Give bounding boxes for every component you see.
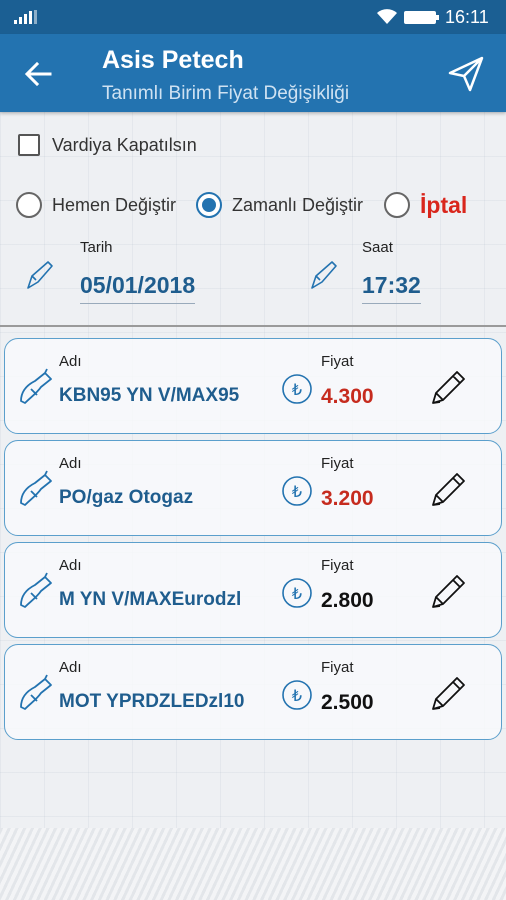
svg-text:₺: ₺: [292, 482, 302, 501]
product-name: KBN95 YN V/MAX95: [59, 385, 240, 406]
product-card: Adı KBN95 YN V/MAX95 ₺ Fiyat 4.300: [4, 338, 502, 434]
signal-icon: [14, 10, 37, 24]
status-time: 16:11: [445, 7, 489, 27]
price-value: 2.800: [321, 589, 374, 612]
radio-cancel[interactable]: İptal: [384, 190, 467, 220]
product-card: Adı M YN V/MAXEurodzl ₺ Fiyat 2.800: [4, 542, 502, 638]
price-label: Fiyat: [321, 659, 354, 676]
close-shift-checkbox[interactable]: [18, 134, 40, 156]
price-label: Fiyat: [321, 557, 354, 574]
price-label: Fiyat: [321, 353, 354, 370]
close-shift-label: Vardiya Kapatılsın: [52, 134, 197, 155]
time-pen-icon[interactable]: [306, 258, 342, 294]
wifi-icon: [377, 9, 397, 24]
lira-icon: ₺: [282, 374, 312, 404]
product-name: M YN V/MAXEurodzl: [59, 589, 242, 610]
battery-icon: [404, 11, 439, 24]
date-label: Tarih: [80, 239, 113, 256]
product-name-label: Adı: [59, 455, 82, 472]
radio-immediate-button[interactable]: [16, 192, 42, 218]
app-subtitle: Tanımlı Birim Fiyat Değişikliği: [102, 83, 350, 104]
radio-scheduled-label: Zamanlı Değiştir: [232, 194, 364, 215]
price-value: 4.300: [321, 385, 374, 408]
divider: [0, 325, 506, 327]
lira-icon: ₺: [282, 578, 312, 608]
price-value: 2.500: [321, 691, 374, 714]
fuel-nozzle-icon: [20, 572, 52, 608]
svg-text:₺: ₺: [292, 380, 302, 399]
price-label: Fiyat: [321, 455, 354, 472]
lira-icon: ₺: [282, 680, 312, 710]
radio-cancel-button[interactable]: [384, 192, 410, 218]
svg-text:₺: ₺: [292, 584, 302, 603]
fuel-nozzle-icon: [20, 368, 52, 404]
close-shift-checkbox-row[interactable]: Vardiya Kapatılsın: [18, 132, 197, 158]
radio-cancel-label: İptal: [420, 191, 468, 218]
edit-pen-icon[interactable]: [427, 367, 469, 409]
radio-immediate-label: Hemen Değiştir: [52, 194, 177, 215]
lira-icon: ₺: [282, 476, 312, 506]
status-bar: 16:11: [0, 0, 506, 34]
price-value: 3.200: [321, 487, 374, 510]
radio-immediate[interactable]: Hemen Değiştir: [16, 190, 176, 220]
date-pen-icon[interactable]: [22, 258, 58, 294]
app-bar: Asis Petech Tanımlı Birim Fiyat Değişikl…: [0, 34, 506, 112]
radio-scheduled[interactable]: Zamanlı Değiştir: [196, 190, 363, 220]
svg-text:₺: ₺: [292, 686, 302, 705]
fuel-nozzle-icon: [20, 470, 52, 506]
radio-scheduled-button[interactable]: [196, 192, 222, 218]
product-name-label: Adı: [59, 557, 82, 574]
product-card: Adı PO/gaz Otogaz ₺ Fiyat 3.200: [4, 440, 502, 536]
edit-pen-icon[interactable]: [427, 571, 469, 613]
app-title: Asis Petech: [102, 46, 244, 74]
send-icon[interactable]: [446, 54, 486, 94]
time-label: Saat: [362, 239, 393, 256]
back-arrow-icon[interactable]: [22, 58, 54, 90]
time-value[interactable]: 17:32: [362, 272, 421, 304]
fuel-nozzle-icon: [20, 674, 52, 710]
edit-pen-icon[interactable]: [427, 469, 469, 511]
product-name-label: Adı: [59, 659, 82, 676]
product-name: MOT YPRDZLEDzl10: [59, 691, 245, 712]
product-name-label: Adı: [59, 353, 82, 370]
edit-pen-icon[interactable]: [427, 673, 469, 715]
date-value[interactable]: 05/01/2018: [80, 272, 196, 304]
main-content: Vardiya Kapatılsın Hemen Değiştir Zamanl…: [0, 112, 506, 900]
product-card: Adı MOT YPRDZLEDzl10 ₺ Fiyat 2.500: [4, 644, 502, 740]
product-name: PO/gaz Otogaz: [59, 487, 194, 508]
